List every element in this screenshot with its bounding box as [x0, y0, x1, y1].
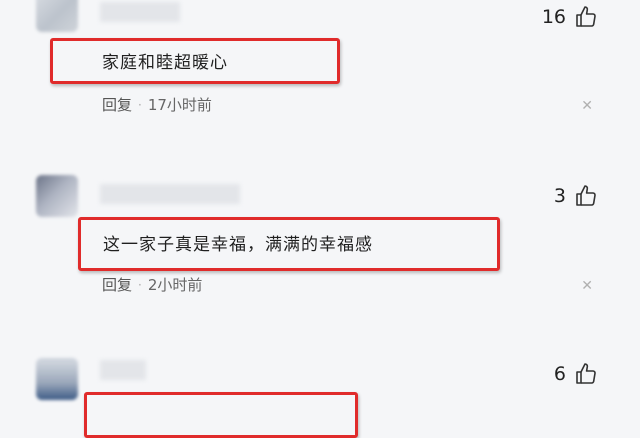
comment-item: 6 — [0, 350, 640, 438]
avatar[interactable] — [36, 0, 78, 32]
reply-button[interactable]: 回复 — [102, 274, 132, 295]
close-icon[interactable]: ✕ — [581, 278, 593, 294]
like-button[interactable]: 6 — [554, 362, 598, 386]
separator-dot: · — [138, 277, 142, 292]
separator-dot: · — [138, 97, 142, 112]
avatar[interactable] — [36, 175, 78, 217]
timestamp: 17小时前 — [147, 96, 212, 114]
highlight-box — [84, 392, 358, 438]
like-count: 16 — [541, 6, 566, 28]
comment-meta: 回复 · 2小时前 — [102, 274, 202, 295]
username-redacted — [100, 2, 180, 22]
like-count: 6 — [553, 363, 566, 385]
comment-text: 家庭和睦超暖心 — [102, 53, 228, 73]
like-button[interactable]: 16 — [542, 5, 598, 29]
close-icon[interactable]: ✕ — [581, 98, 593, 114]
username-redacted — [100, 360, 146, 380]
username-redacted — [100, 184, 240, 204]
comment-meta: 回复 · 17小时前 — [102, 94, 212, 115]
like-count: 3 — [553, 185, 566, 207]
timestamp: 2小时前 — [147, 276, 203, 294]
thumbs-up-icon — [576, 363, 596, 384]
comment-item: 16 家庭和睦超暖心 回复 · 17小时前 ✕ — [0, 0, 640, 170]
thumbs-up-icon — [576, 6, 596, 27]
avatar[interactable] — [36, 358, 78, 400]
comment-item: 3 这一家子真是幸福，满满的幸福感 回复 · 2小时前 ✕ — [0, 170, 640, 350]
reply-button[interactable]: 回复 — [102, 94, 132, 115]
thumbs-up-icon — [576, 185, 596, 206]
like-button[interactable]: 3 — [554, 184, 598, 208]
comment-text: 这一家子真是幸福，满满的幸福感 — [103, 235, 373, 255]
